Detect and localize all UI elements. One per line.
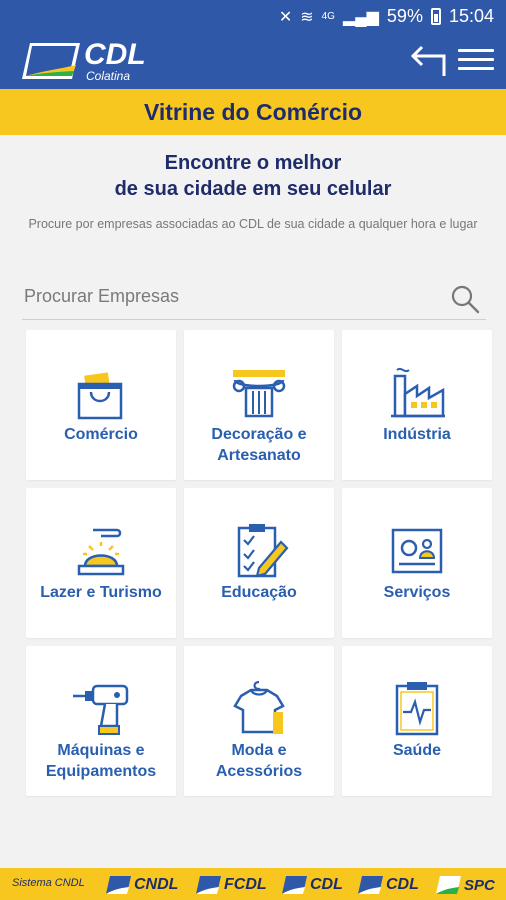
logo-title: CDL	[84, 38, 146, 71]
mute-icon: ✕	[278, 8, 293, 26]
app-header: CDL Colatina	[0, 34, 506, 89]
category-comercio[interactable]: Comércio	[26, 330, 176, 480]
intro-line-2: de sua cidade em seu celular	[114, 178, 392, 200]
clock: 15:04	[448, 6, 494, 26]
search-icon[interactable]	[450, 284, 480, 314]
brand-name: SPC	[464, 876, 495, 894]
cdl-logo[interactable]: CDL Colatina	[22, 38, 152, 84]
category-industria[interactable]: Indústria	[342, 330, 492, 480]
category-label: Decoração e Artesanato	[211, 426, 307, 464]
title-bar: Vitrine do Comércio	[0, 89, 506, 135]
category-label: Comércio	[64, 426, 138, 443]
id-card-icon	[391, 528, 443, 574]
category-lazer-turismo[interactable]: Lazer e Turismo	[26, 488, 176, 638]
intro-section: Encontre o melhor de sua cidade em seu c…	[0, 150, 506, 231]
back-arrow-icon[interactable]	[408, 42, 448, 80]
category-label: Lazer e Turismo	[40, 584, 162, 601]
category-label: Educação	[221, 584, 297, 601]
battery-percent: 59%	[386, 6, 423, 26]
brand-mark-icon	[282, 876, 307, 894]
brand-mark-icon	[196, 876, 221, 894]
footer-system-label: Sistema CNDL	[12, 877, 85, 889]
category-decoracao-artesanato[interactable]: Decoração e Artesanato	[184, 330, 334, 480]
brand-mark-icon	[358, 876, 383, 894]
brand-fcdl[interactable]: FCDL	[196, 873, 267, 897]
network-type: 4G	[321, 11, 335, 22]
intro-description: Procure por empresas associadas ao CDL d…	[28, 217, 478, 231]
category-educacao[interactable]: Educação	[184, 488, 334, 638]
brand-mark-icon	[106, 876, 131, 894]
category-label: Máquinas e Equipamentos	[45, 742, 157, 780]
search-input[interactable]	[24, 286, 424, 307]
shirt-hanger-icon	[233, 680, 285, 734]
battery-icon	[430, 8, 441, 25]
category-label: Moda e Acessórios	[215, 742, 303, 780]
brand-spc[interactable]: SPC	[436, 873, 495, 897]
category-label: Serviços	[383, 584, 451, 601]
checklist-pencil-icon	[237, 524, 289, 578]
brand-name: CDL	[310, 876, 343, 893]
signal-icon: ▂▄▆	[342, 8, 379, 26]
column-icon	[232, 370, 286, 418]
shopping-bag-icon	[77, 372, 123, 420]
logo-subtitle: Colatina	[86, 69, 131, 83]
factory-icon	[391, 367, 445, 418]
service-bell-icon	[77, 528, 125, 576]
brand-name: CDL	[386, 876, 419, 893]
brand-mark-icon	[436, 876, 461, 894]
status-bar: ✕ ≋ 4G ▂▄▆ 59% 15:04	[0, 0, 506, 34]
category-saude[interactable]: Saúde	[342, 646, 492, 796]
footer-brands: Sistema CNDL CNDL FCDL CDL CDL SPC	[0, 868, 506, 900]
category-servicos[interactable]: Serviços	[342, 488, 492, 638]
brand-name: CNDL	[134, 876, 179, 893]
category-label: Indústria	[383, 426, 451, 443]
brand-cndl[interactable]: CNDL	[106, 873, 178, 897]
clipboard-heartbeat-icon	[395, 682, 439, 736]
drill-icon	[73, 684, 129, 735]
category-maquinas-equipamentos[interactable]: Máquinas e Equipamentos	[26, 646, 176, 796]
category-moda-acessorios[interactable]: Moda e Acessórios	[184, 646, 334, 796]
cdl-logo-mark	[22, 43, 80, 79]
brand-name: FCDL	[224, 876, 267, 893]
hamburger-menu-icon[interactable]	[458, 44, 494, 78]
brand-cdl[interactable]: CDL	[282, 873, 343, 897]
brand-cdl-jovem[interactable]: CDL	[358, 873, 419, 897]
category-label: Saúde	[392, 742, 441, 759]
search-bar	[22, 280, 486, 320]
page-title: Vitrine do Comércio	[143, 99, 363, 125]
intro-line-1: Encontre o melhor	[164, 152, 342, 174]
wifi-icon: ≋	[300, 8, 314, 26]
